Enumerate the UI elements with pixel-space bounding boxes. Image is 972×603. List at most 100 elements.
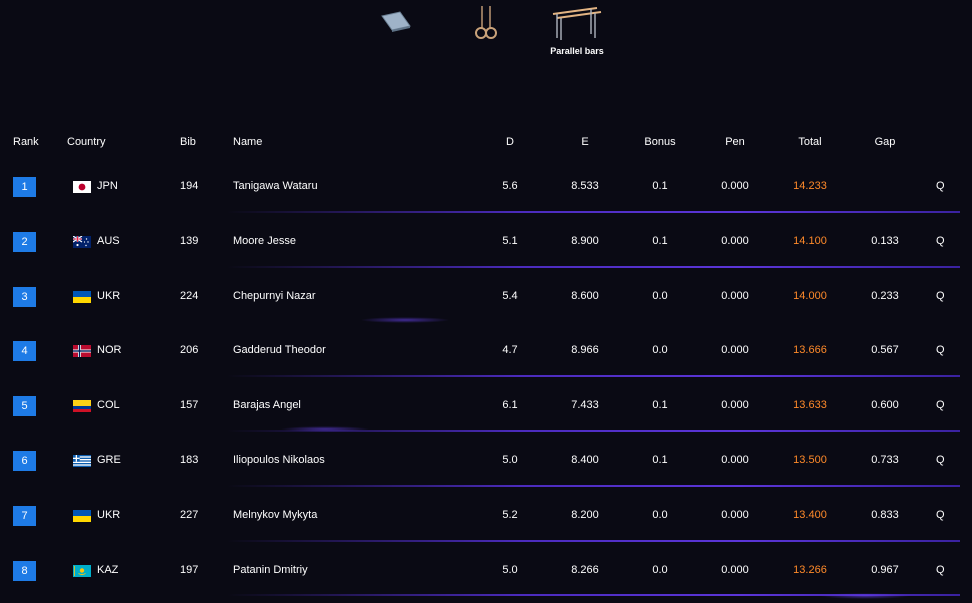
header-bonus[interactable]: Bonus — [635, 136, 685, 148]
athlete-name[interactable]: Barajas Angel — [233, 399, 301, 411]
d-score: 6.1 — [502, 399, 518, 412]
rank-badge: 5 — [13, 396, 36, 417]
bonus-score: 0.1 — [652, 399, 668, 412]
table-row[interactable]: 1 JPN 194 Tanigawa Wataru 5.6 8.533 0.1 … — [0, 158, 972, 213]
country-code: NOR — [97, 344, 122, 357]
total-score: 13.500 — [793, 453, 827, 466]
d-score: 5.0 — [502, 563, 518, 576]
parallel-bars-icon — [552, 7, 602, 40]
header-penalty[interactable]: Pen — [710, 136, 760, 148]
penalty-score: 0.000 — [721, 234, 749, 247]
country-code: UKR — [97, 508, 121, 521]
header-bib[interactable]: Bib — [180, 136, 196, 148]
header-rank[interactable]: Rank — [13, 136, 39, 148]
header-e-score[interactable]: E — [560, 136, 610, 148]
rank-badge: 6 — [13, 450, 36, 471]
gap-score: 0.567 — [871, 344, 899, 357]
apparatus-rings[interactable] — [472, 4, 500, 46]
header-total[interactable]: Total — [785, 136, 835, 148]
header-name[interactable]: Name — [233, 136, 262, 148]
table-row[interactable]: 4 NOR 206 Gadderud Theodor 4.7 8.966 0.0… — [0, 322, 972, 378]
total-score: 14.000 — [793, 289, 827, 302]
flag-kazakhstan-icon — [73, 564, 91, 577]
d-score: 5.6 — [502, 180, 518, 192]
bonus-score: 0.1 — [652, 234, 668, 247]
total-score: 14.233 — [793, 180, 827, 192]
bib-number: 157 — [180, 399, 199, 412]
qualified-marker: Q — [936, 453, 945, 466]
athlete-name[interactable]: Chepurnyi Nazar — [233, 290, 316, 302]
bib-number: 194 — [180, 180, 199, 192]
flag-japan-icon — [73, 181, 91, 193]
bonus-score: 0.1 — [652, 180, 668, 192]
apparatus-parallel-bars-label: Parallel bars — [550, 46, 604, 56]
bonus-score: 0.0 — [652, 508, 668, 521]
rings-icon — [475, 6, 497, 39]
total-score: 13.633 — [793, 399, 827, 412]
qualified-marker: Q — [936, 508, 945, 521]
gap-score: 0.600 — [871, 399, 899, 412]
athlete-name[interactable]: Tanigawa Wataru — [233, 180, 318, 192]
flag-australia-icon — [73, 235, 91, 248]
qualified-marker: Q — [936, 563, 945, 576]
flag-ukraine-icon — [73, 290, 91, 303]
bib-number: 197 — [180, 563, 199, 576]
athlete-name[interactable]: Moore Jesse — [233, 235, 296, 247]
apparatus-floor[interactable] — [378, 10, 414, 40]
qualified-marker: Q — [936, 180, 945, 192]
table-row[interactable]: 6 GRE 183 Iliopoulos Nikolaos 5.0 8.400 … — [0, 432, 972, 487]
athlete-name[interactable]: Patanin Dmitriy — [233, 564, 308, 576]
flag-greece-icon — [73, 454, 91, 467]
penalty-score: 0.000 — [721, 180, 749, 192]
total-score: 13.266 — [793, 563, 827, 576]
table-row[interactable]: 2 AUS 139 Moore Jesse 5.1 8.900 0.1 0.00… — [0, 213, 972, 268]
header-d-score[interactable]: D — [500, 136, 520, 148]
bib-number: 224 — [180, 289, 199, 302]
bonus-score: 0.0 — [652, 344, 668, 357]
penalty-score: 0.000 — [721, 399, 749, 412]
apparatus-parallel-bars[interactable]: Parallel bars — [547, 4, 607, 56]
bib-number: 139 — [180, 234, 199, 247]
penalty-score: 0.000 — [721, 563, 749, 576]
rank-badge: 8 — [13, 560, 36, 581]
floor-exercise-icon — [381, 11, 411, 32]
country-code: AUS — [97, 234, 120, 247]
rank-badge: 4 — [13, 341, 36, 362]
e-score: 8.200 — [571, 508, 599, 521]
rank-badge: 1 — [13, 177, 36, 197]
d-score: 5.0 — [502, 453, 518, 466]
gap-score: 0.833 — [871, 508, 899, 521]
bib-number: 183 — [180, 453, 199, 466]
qualified-marker: Q — [936, 344, 945, 357]
bib-number: 206 — [180, 344, 199, 357]
flag-ukraine-icon — [73, 509, 91, 522]
header-country[interactable]: Country — [67, 136, 106, 148]
results-table-body: 1 JPN 194 Tanigawa Wataru 5.6 8.533 0.1 … — [0, 158, 972, 599]
penalty-score: 0.000 — [721, 453, 749, 466]
bonus-score: 0.0 — [652, 563, 668, 576]
e-score: 8.966 — [571, 344, 599, 357]
athlete-name[interactable]: Iliopoulos Nikolaos — [233, 454, 325, 466]
country-code: GRE — [97, 453, 121, 466]
penalty-score: 0.000 — [721, 508, 749, 521]
table-row[interactable]: 8 KAZ 197 Patanin Dmitriy 5.0 8.266 0.0 … — [0, 542, 972, 599]
flag-colombia-icon — [73, 400, 91, 413]
rank-badge: 7 — [13, 505, 36, 526]
country-code: UKR — [97, 289, 121, 302]
athlete-name[interactable]: Melnykov Mykyta — [233, 509, 317, 521]
athlete-name[interactable]: Gadderud Theodor — [233, 344, 326, 356]
qualified-marker: Q — [936, 234, 945, 247]
table-row[interactable]: 5 COL 157 Barajas Angel 6.1 7.433 0.1 0.… — [0, 377, 972, 433]
total-score: 13.400 — [793, 508, 827, 521]
row-glow — [820, 592, 910, 599]
header-gap[interactable]: Gap — [860, 136, 910, 148]
rank-badge: 3 — [13, 286, 36, 307]
penalty-score: 0.000 — [721, 344, 749, 357]
country-code: COL — [97, 399, 120, 412]
table-row[interactable]: 3 UKR 224 Chepurnyi Nazar 5.4 8.600 0.0 … — [0, 268, 972, 323]
total-score: 13.666 — [793, 344, 827, 357]
bonus-score: 0.1 — [652, 453, 668, 466]
apparatus-selector: Parallel bars — [0, 0, 972, 80]
table-row[interactable]: 7 UKR 227 Melnykov Mykyta 5.2 8.200 0.0 … — [0, 487, 972, 542]
e-score: 8.266 — [571, 563, 599, 576]
